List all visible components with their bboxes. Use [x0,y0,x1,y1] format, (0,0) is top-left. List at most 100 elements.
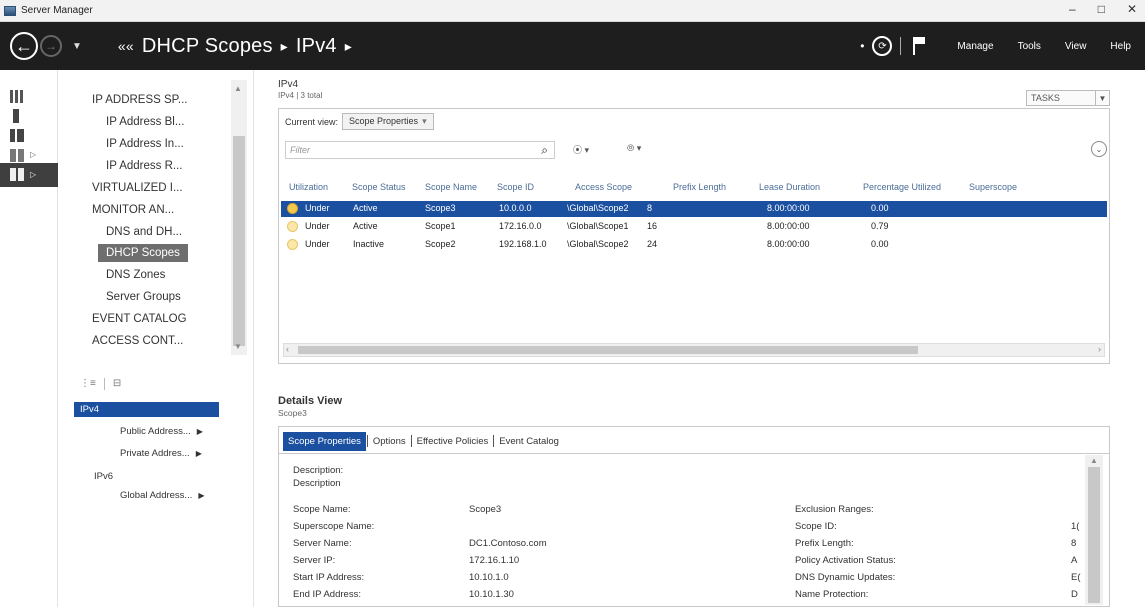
menu-view[interactable]: View [1065,41,1087,52]
all-servers-icon[interactable] [10,129,24,142]
breadcrumb-separator-icon: ▸ [280,37,288,54]
tree-item-dns-dhcp[interactable]: DNS and DH... [106,226,182,238]
tree-scrollbar[interactable]: ▲ ▼ [231,80,247,355]
tree-item-virtualized[interactable]: VIRTUALIZED I... [92,182,183,194]
cell-scope-name: Scope2 [425,239,456,249]
tree-item-ip-address-space[interactable]: IP ADDRESS SP... [92,94,187,106]
col-scope-status[interactable]: Scope Status [352,182,406,192]
utilization-icon [287,221,298,232]
scroll-up-icon[interactable]: ▲ [234,84,242,93]
tab-event-catalog[interactable]: Event Catalog [495,433,563,450]
tree-item-ip-address-range[interactable]: IP Address R... [106,160,183,172]
expand-collapse-button[interactable]: ⌄ [1091,141,1107,157]
query-filter-button[interactable]: ⦿ ▾ [573,143,589,156]
filter-options-icon: ⦿ ▾ [573,145,590,155]
chevron-right-icon: ▶ [195,449,202,458]
breadcrumb-dhcp-scopes[interactable]: DHCP Scopes [142,35,273,58]
col-utilization[interactable]: Utilization [289,182,328,192]
table-row[interactable]: Under Active Scope3 10.0.0.0 \Global\Sco… [281,201,1107,217]
notifications-flag-icon[interactable] [913,37,927,55]
col-access-scope[interactable]: Access Scope [575,182,632,192]
navigation-tree: IP ADDRESS SP... IP Address Bl... IP Add… [58,70,254,607]
list-title: IPv4 [278,79,299,90]
col-scope-name[interactable]: Scope Name [425,182,477,192]
menu-help[interactable]: Help [1110,41,1131,52]
search-icon[interactable]: ⌕ [541,143,548,158]
filter-input[interactable]: Filter ⌕ [285,141,555,159]
tree-item-event-catalog[interactable]: EVENT CATALOG [92,313,187,325]
tab-options[interactable]: Options [369,433,410,450]
file-storage-icon[interactable] [10,149,24,162]
col-scope-id[interactable]: Scope ID [497,182,534,192]
tree-item-dns-zones[interactable]: DNS Zones [106,269,165,281]
save-query-button[interactable]: ⦾ ▾ [627,143,641,154]
sub-item-ipv4[interactable]: IPv4 [74,402,219,417]
col-prefix-length[interactable]: Prefix Length [673,182,726,192]
breadcrumb-ipv4[interactable]: IPv4 [296,35,337,58]
list-horizontal-scrollbar[interactable]: ‹ › [283,343,1105,357]
expand-arrow-icon: ▷ [30,170,37,179]
current-view-value: Scope Properties [349,116,419,126]
col-lease-duration[interactable]: Lease Duration [759,182,820,192]
ipam-nav-item[interactable]: ▷ [0,163,58,187]
maximize-button[interactable]: □ [1098,2,1105,16]
prop-value: 10.10.1.30 [469,589,514,600]
forward-button[interactable]: → [40,35,62,57]
scroll-up-icon[interactable]: ▲ [1090,456,1098,465]
menu-tools[interactable]: Tools [1018,41,1041,52]
tree-item-monitor[interactable]: MONITOR AN... [92,204,174,216]
menu-manage[interactable]: Manage [957,41,993,52]
refresh-button[interactable]: ⟳ [872,36,893,56]
refresh-dropdown-icon[interactable]: • [860,39,864,53]
local-server-icon[interactable] [13,109,19,123]
left-icon-strip: ▷ ▷ [0,70,58,607]
cell-access-scope: \Global\Scope2 [567,203,629,213]
tree-item-dhcp-scopes[interactable]: DHCP Scopes [98,244,188,262]
sub-item-private-address[interactable]: Private Addres... ▶ [120,448,202,459]
cell-prefix-length: 24 [647,239,658,249]
tree-view-icon[interactable]: ⋮≡ [80,378,96,390]
table-row[interactable]: Under Active Scope1 172.16.0.0 \Global\S… [281,219,1107,235]
details-view-title: Details View [278,395,342,407]
tree-item-server-groups[interactable]: Server Groups [106,291,181,303]
cell-access-scope: \Global\Scope2 [567,239,629,249]
scroll-down-icon[interactable]: ▼ [234,342,242,351]
list-scroll-thumb[interactable] [298,346,918,354]
breadcrumb-overflow-icon[interactable]: «« [118,38,134,54]
col-percentage-utilized[interactable]: Percentage Utilized [863,182,941,192]
tab-scope-properties[interactable]: Scope Properties [283,431,366,451]
sub-item-global-address[interactable]: Global Address... ▶ [120,490,205,501]
tasks-button[interactable]: TASKS ▼ [1026,90,1110,106]
tab-effective-policies[interactable]: Effective Policies [413,433,493,450]
tree-item-ip-address-inventory[interactable]: IP Address In... [106,138,184,150]
table-row[interactable]: Under Inactive Scope2 192.168.1.0 \Globa… [281,237,1107,253]
cell-scope-id: 192.168.1.0 [499,239,547,249]
details-tabs: Scope Properties Options Effective Polic… [283,431,563,451]
tree-item-ip-address-blocks[interactable]: IP Address Bl... [106,116,184,128]
tree-toolbar: ⋮≡ ⊟ [80,378,121,390]
prop-value: A [1071,555,1078,566]
prop-value: DC1.Contoso.com [469,538,547,549]
current-view-select[interactable]: Scope Properties ▾ [342,113,434,130]
details-scroll-thumb[interactable] [1088,467,1100,603]
description-label: Description: [293,465,344,476]
sub-item-public-address[interactable]: Public Address... ▶ [120,426,203,437]
back-button[interactable]: ← [10,32,38,60]
dashboard-icon[interactable] [10,90,24,103]
scroll-left-icon[interactable]: ‹ [286,344,289,354]
list-view-icon[interactable]: ⊟ [113,378,121,390]
tree-item-access-control[interactable]: ACCESS CONT... [92,335,183,347]
utilization-icon [287,239,298,250]
close-button[interactable]: ✕ [1127,2,1137,16]
details-vertical-scrollbar[interactable]: ▲ [1085,455,1103,605]
tree-scroll-thumb[interactable] [233,136,245,346]
prop-label: Start IP Address: [293,572,365,583]
sub-item-ipv6[interactable]: IPv6 [94,471,113,482]
history-dropdown-icon[interactable]: ▼ [72,41,82,52]
prop-label: DNS Dynamic Updates: [795,572,896,583]
expand-arrow-icon[interactable]: ▷ [30,150,36,159]
col-superscope[interactable]: Superscope [969,182,1017,192]
prop-value: 8 [1071,538,1077,549]
minimize-button[interactable]: – [1069,2,1076,16]
scroll-right-icon[interactable]: › [1098,344,1101,354]
